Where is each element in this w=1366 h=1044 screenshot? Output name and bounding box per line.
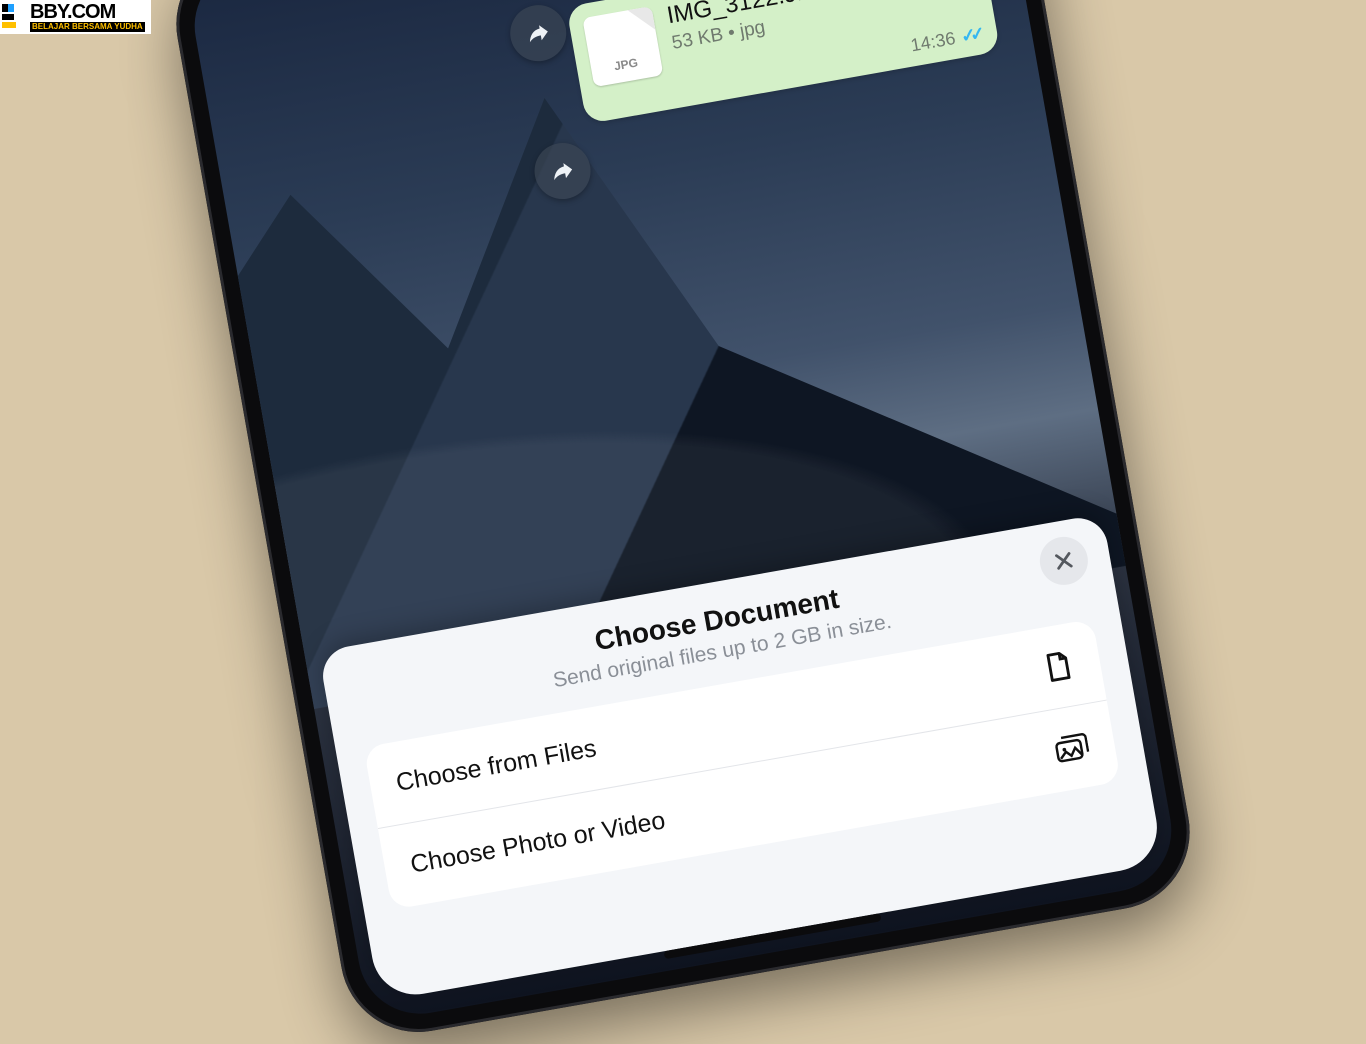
option-label: Choose Photo or Video xyxy=(408,806,667,879)
message-time: 14:36 xyxy=(909,28,957,57)
forward-arrow-icon xyxy=(547,156,577,186)
forward-arrow-icon xyxy=(523,18,553,48)
file-ext-label: JPG xyxy=(590,51,661,77)
watermark-logo-icon xyxy=(2,4,28,30)
file-thumbnail: JPG xyxy=(582,6,663,87)
read-ticks-icon: ✓✓ xyxy=(959,24,981,48)
photo-scene: MP4 IMG_3182.MP4 29.5 MB • mp4 14:36 ✓✓ xyxy=(164,0,1202,1044)
message-bubble[interactable]: JPG IMG_3122.JPG 53 KB • jpg 14:36 ✓✓ xyxy=(566,0,1000,124)
gallery-icon xyxy=(1052,729,1091,768)
watermark-sub: BELAJAR BERSAMA YUDHA xyxy=(30,22,145,32)
phone-frame: MP4 IMG_3182.MP4 29.5 MB • mp4 14:36 ✓✓ xyxy=(164,0,1202,1044)
site-watermark: BBY.COM BELAJAR BERSAMA YUDHA xyxy=(0,0,151,34)
option-label: Choose from Files xyxy=(394,734,599,798)
forward-button[interactable] xyxy=(506,1,571,66)
watermark-main: BBY.COM xyxy=(30,2,145,22)
phone-screen: MP4 IMG_3182.MP4 29.5 MB • mp4 14:36 ✓✓ xyxy=(185,0,1181,1023)
document-icon xyxy=(1037,647,1076,686)
chat-thread: MP4 IMG_3182.MP4 29.5 MB • mp4 14:36 ✓✓ xyxy=(542,0,1000,124)
close-icon xyxy=(1051,548,1076,573)
